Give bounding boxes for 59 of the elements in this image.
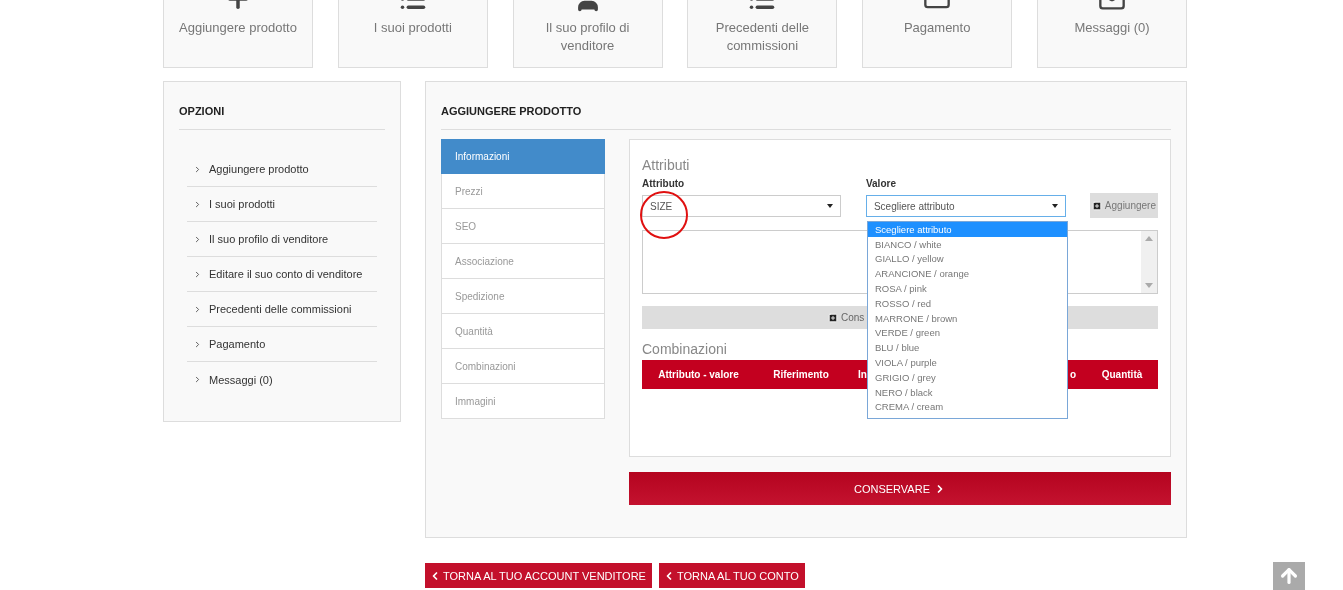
nav-card[interactable]: Il suo profilo di venditore [512,0,663,68]
back-button[interactable]: TORNA AL TUO CONTO [658,563,805,588]
plus-icon [1091,200,1102,211]
tab[interactable]: Combinazioni [441,349,605,384]
sidebar-link[interactable]: Pagamento [187,327,377,362]
panel-title: OPZIONI [179,102,385,130]
chevron-icon [193,269,202,279]
field-label: Attributo [642,178,685,189]
chevron-icon [193,339,202,349]
attribute-select[interactable]: SIZE [642,195,841,217]
column-header: Attributo - valore [658,369,739,380]
chevron-icon [193,199,202,209]
tab[interactable]: Associazione [441,244,605,279]
sidebar-link[interactable]: Messaggi (0) [187,362,377,397]
chevron-icon [193,164,202,174]
save-button[interactable]: CONSERVARE [629,472,1171,505]
nav-card-label: Precedenti delle commissioni [714,19,810,55]
column-header: Quantità [1101,369,1143,380]
section-heading: Attributi [642,157,690,173]
chevron-icon [193,234,202,244]
back-button[interactable]: TORNA AL TUO ACCOUNT VENDITORE [425,563,652,588]
plus-icon [828,312,838,323]
column-header: o [1069,369,1076,380]
nav-card[interactable]: Aggiungere prodotto [163,0,313,68]
highlight-circle [640,191,688,239]
nav-card-label: Aggiungere prodotto [178,19,298,37]
tab[interactable]: Spedizione [441,279,605,314]
nav-card[interactable]: Messaggi (0) [1037,0,1187,68]
nav-card-label: Il suo profilo di venditore [544,19,631,55]
tab[interactable]: Immagini [441,384,605,419]
caret-icon [826,204,833,208]
sidebar-link[interactable]: I suoi prodotti [187,187,377,222]
sidebar-link[interactable]: Aggiungere prodotto [187,152,377,187]
field-label: Valore [865,178,896,189]
tab[interactable]: Quantità [441,314,605,349]
chevron-icon [193,304,202,314]
column-header: Riferimento [773,369,829,380]
scrollbar[interactable] [1141,231,1157,293]
tab[interactable]: Prezzi [441,174,605,209]
section-heading: Combinazioni [642,341,727,357]
sidebar-link[interactable]: Editare il suo conto di venditore [187,257,377,292]
sidebar-link[interactable]: Il suo profilo di venditore [187,222,377,257]
back-to-top-button[interactable] [1273,562,1305,590]
panel-title: AGGIUNGERE PRODOTTO [441,102,1171,130]
tab[interactable]: Informazioni [441,139,605,174]
dropdown-option[interactable]: Scegliere attributo [868,222,1067,237]
chevron-icon [193,375,202,384]
value-select[interactable]: Scegliere attributo [865,195,1066,217]
nav-card[interactable]: I suoi prodotti [337,0,488,68]
nav-card-label: Messaggi (0) [1073,19,1151,37]
nav-card[interactable]: Precedenti delle commissioni [687,0,838,68]
sidebar-link[interactable]: Precedenti delle commissioni [187,292,377,327]
nav-card-label: I suoi prodotti [372,19,453,37]
nav-card[interactable]: Pagamento [862,0,1013,68]
nav-card-label: Pagamento [902,19,972,37]
tab[interactable]: SEO [441,209,605,244]
caret-icon [1051,204,1058,208]
column-header: In [858,369,867,380]
add-button[interactable]: Aggiungere [1089,193,1158,218]
